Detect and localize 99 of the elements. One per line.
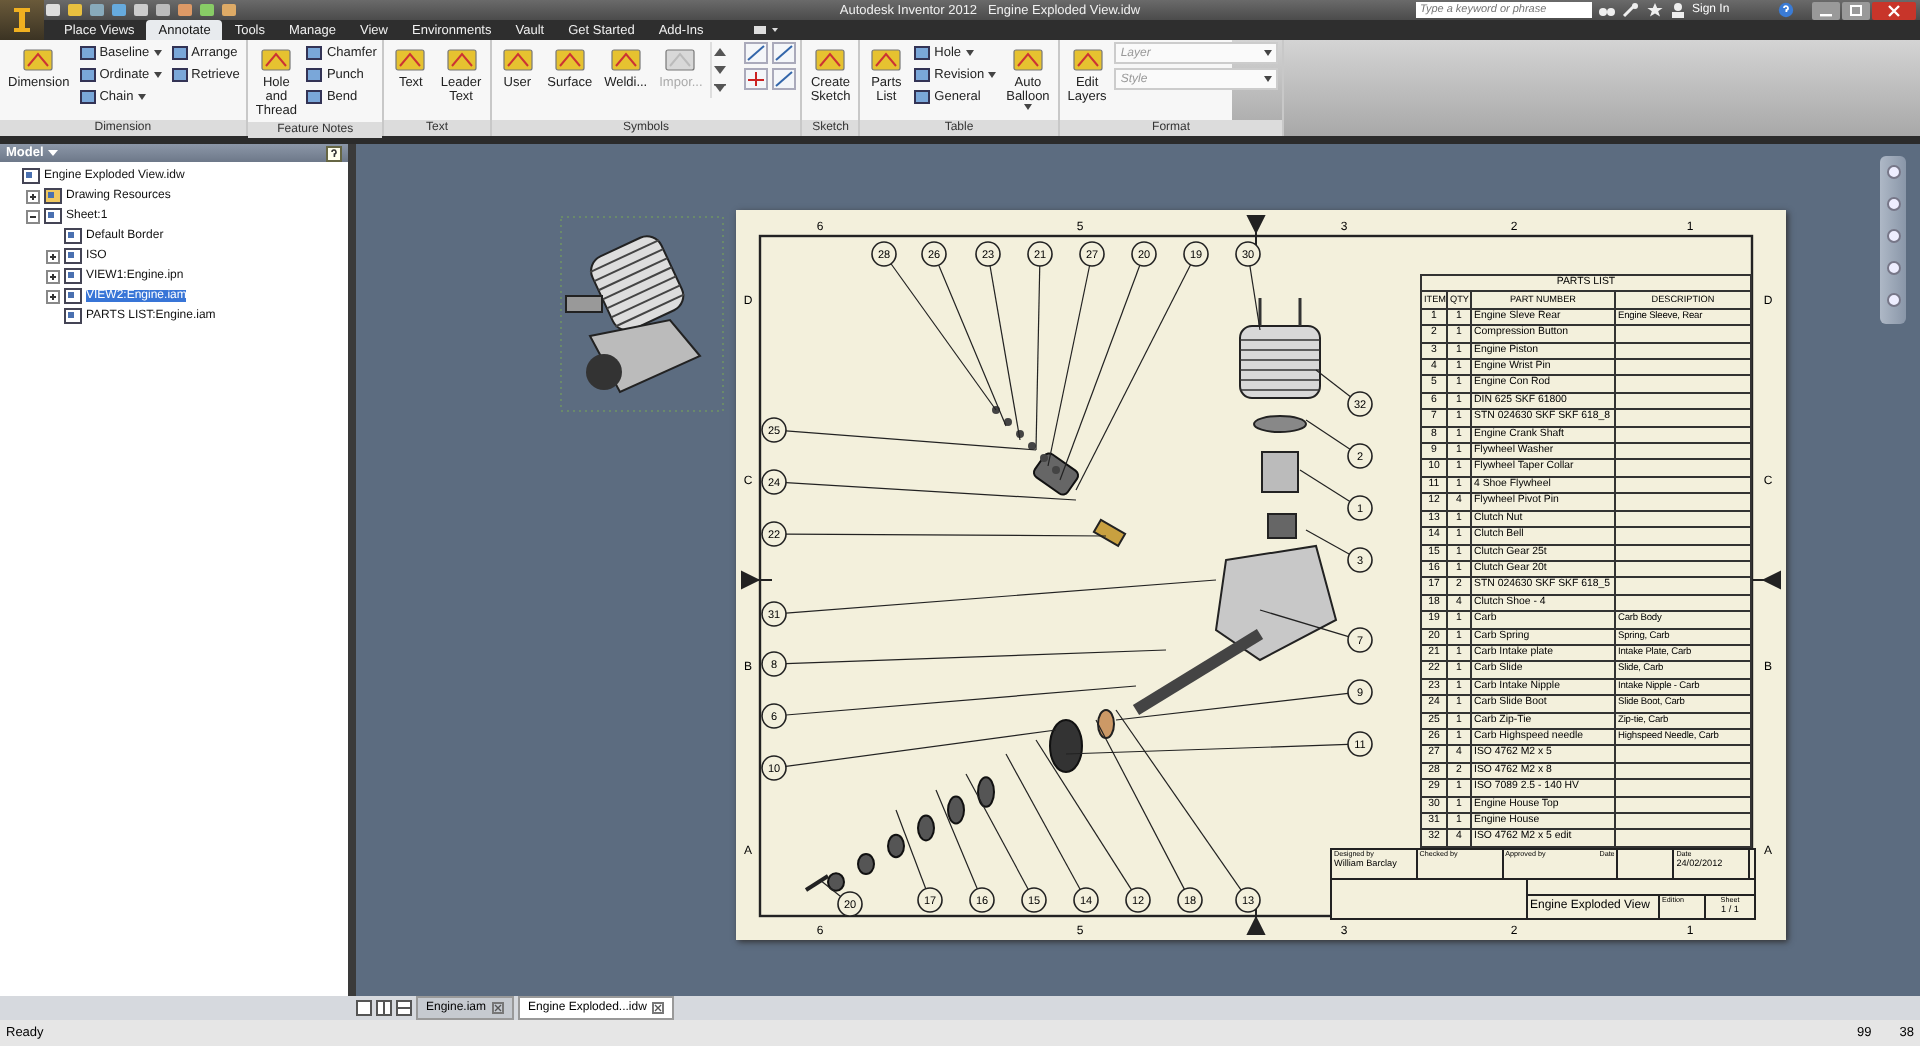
leader-line	[819, 879, 842, 898]
table-cell	[1615, 459, 1751, 477]
leader-line	[1259, 609, 1350, 638]
gallery-scroll[interactable]	[710, 42, 729, 98]
table-cell	[1615, 796, 1751, 813]
tile-icon[interactable]	[376, 1000, 392, 1016]
tool-icon	[607, 44, 644, 76]
symbol-icon[interactable]	[744, 68, 769, 90]
document-icon	[64, 308, 82, 324]
scroll-down-icon[interactable]	[714, 66, 727, 74]
document-icon	[22, 168, 40, 184]
clutch-part-drawing	[857, 853, 875, 875]
tool-icon	[551, 44, 588, 76]
panel-options-icon[interactable]	[751, 24, 780, 36]
help-icon[interactable]	[326, 145, 342, 161]
table-cell	[1615, 544, 1751, 561]
tile-icon[interactable]	[396, 1000, 412, 1016]
table-cell	[1615, 510, 1751, 528]
table-cell	[1615, 813, 1751, 830]
collar-drawing	[1097, 709, 1115, 739]
table-cell	[1615, 527, 1751, 544]
table-cell	[1615, 829, 1751, 847]
close-icon[interactable]	[492, 1002, 505, 1014]
scroll-up-icon[interactable]	[714, 48, 727, 56]
clutch-part-drawing	[947, 795, 965, 825]
expander-icon[interactable]	[46, 289, 60, 303]
leader-line	[1305, 529, 1351, 555]
leader-line	[1315, 369, 1352, 398]
table-cell	[1615, 745, 1751, 763]
carburetor-drawing	[1030, 450, 1082, 498]
table-cell	[1615, 443, 1751, 460]
tool-icon	[868, 44, 905, 76]
tool-icon	[812, 44, 849, 76]
cylinder-head-drawing	[1239, 296, 1321, 399]
table-cell	[1615, 476, 1751, 494]
sleeve-drawing	[1261, 451, 1299, 493]
clutch-part-drawing	[887, 833, 905, 859]
tool-icon	[258, 44, 295, 76]
crankcase-drawing	[1214, 544, 1338, 662]
tool-icon	[1069, 44, 1106, 76]
document-icon	[64, 288, 82, 304]
table-cell	[1615, 779, 1751, 797]
document-icon	[44, 208, 62, 224]
flywheel-drawing	[1049, 719, 1083, 773]
wrench-icon[interactable]	[1622, 2, 1640, 18]
clutch-part-drawing	[917, 814, 935, 842]
gasket-drawing	[1253, 415, 1307, 433]
symbol-icon[interactable]	[744, 42, 769, 64]
close-icon[interactable]	[652, 1002, 665, 1014]
clutch-part-drawing	[827, 872, 845, 892]
table-cell	[1615, 577, 1751, 595]
document-icon	[64, 268, 82, 284]
leader-line	[1299, 469, 1351, 503]
table-cell	[1615, 375, 1751, 393]
tool-icon	[443, 44, 480, 76]
help-icon[interactable]	[1778, 2, 1794, 18]
leader-line	[895, 809, 927, 890]
document-icon	[64, 228, 82, 244]
caret-icon[interactable]	[47, 150, 58, 156]
tile-icon[interactable]	[356, 1000, 372, 1016]
expander-icon[interactable]	[26, 209, 40, 223]
clutch-part-drawing	[977, 776, 995, 808]
restore-icon[interactable]	[1842, 1, 1870, 19]
binoculars-icon[interactable]	[1598, 2, 1616, 18]
table-cell	[1615, 493, 1751, 511]
expander-icon[interactable]	[46, 269, 60, 283]
tool-icon	[20, 44, 57, 76]
table-cell	[1615, 409, 1751, 427]
nut-drawing	[804, 874, 830, 892]
symbol-icon[interactable]	[772, 68, 797, 90]
leader-line	[1305, 419, 1351, 450]
caret-icon	[1264, 50, 1273, 56]
document-icon	[44, 188, 62, 204]
symbol-icon[interactable]	[772, 42, 797, 64]
table-cell	[1615, 762, 1751, 780]
crankshaft-drawing	[1132, 628, 1264, 716]
leader-line	[1249, 265, 1261, 331]
app-logo-icon[interactable]	[0, 0, 44, 40]
tool-icon	[392, 44, 429, 76]
minimize-icon[interactable]	[1812, 1, 1840, 19]
table-cell	[1615, 342, 1751, 360]
close-icon[interactable]	[1872, 1, 1916, 19]
tool-icon	[662, 44, 699, 76]
tool-icon	[499, 44, 536, 76]
expander-icon[interactable]	[26, 189, 40, 203]
user-icon[interactable]	[1670, 2, 1686, 18]
table-cell	[1615, 359, 1751, 376]
table-cell	[1615, 325, 1751, 343]
table-cell	[1615, 426, 1751, 444]
star-icon[interactable]	[1646, 2, 1664, 18]
table-cell	[1615, 560, 1751, 578]
tool-icon	[1009, 44, 1046, 76]
table-cell	[1615, 594, 1751, 612]
caret-icon	[1264, 76, 1273, 82]
piston-drawing	[1267, 513, 1297, 539]
document-icon	[64, 248, 82, 264]
table-cell	[1615, 392, 1751, 410]
expander-icon[interactable]	[46, 249, 60, 263]
expand-gallery-icon[interactable]	[714, 84, 727, 92]
